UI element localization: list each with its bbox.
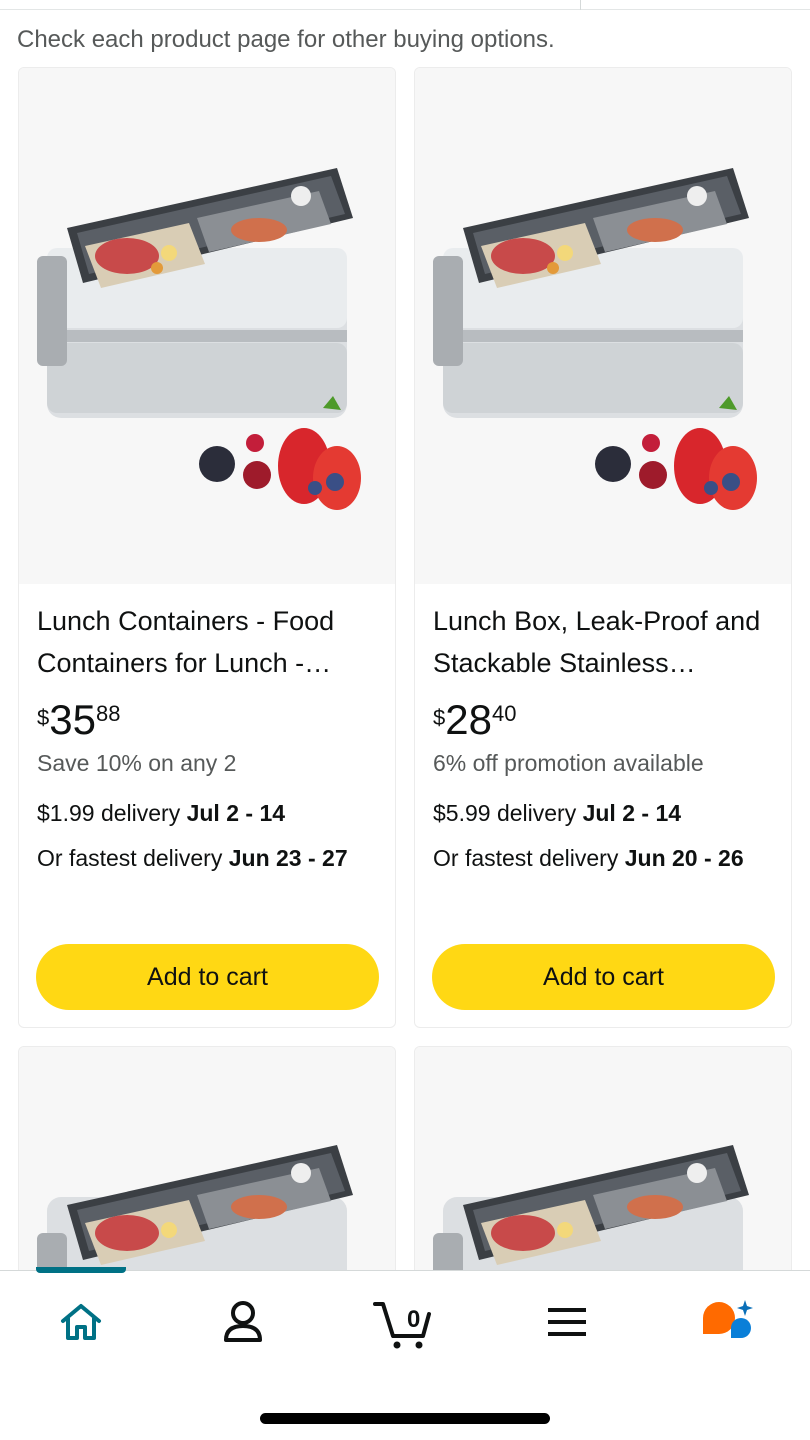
nav-cart[interactable]: 0 [358,1289,448,1355]
add-to-cart-button[interactable]: Add to cart [432,944,775,1010]
menu-icon [548,1308,586,1336]
product-image[interactable] [415,68,791,584]
nav-assistant[interactable] [682,1289,772,1355]
lunch-box-illustration [433,1145,749,1285]
rufus-assistant-icon [703,1300,753,1338]
product-image[interactable] [19,68,395,584]
delivery-price: $1.99 delivery [37,800,187,826]
cart-count: 0 [407,1306,421,1333]
divider [580,0,581,10]
product-card[interactable] [414,1046,792,1286]
fastest-label: Or fastest delivery [433,845,625,871]
delivery-info: $5.99 delivery Jul 2 - 14 [433,800,681,827]
delivery-dates: Jul 2 - 14 [582,800,682,826]
nav-home[interactable] [36,1289,126,1355]
fastest-dates: Jun 23 - 27 [228,845,348,871]
promo-text: 6% off promotion available [433,750,704,776]
product-card[interactable]: Lunch Containers - Food Containers for L… [18,67,396,1028]
fastest-delivery: Or fastest delivery Jun 23 - 27 [37,842,377,875]
fastest-label: Or fastest delivery [37,845,229,871]
delivery-dates: Jul 2 - 14 [186,800,286,826]
product-image[interactable] [415,1047,791,1285]
fastest-delivery: Or fastest delivery Jun 20 - 26 [433,842,773,875]
product-card[interactable] [18,1046,396,1286]
price-symbol: $ [433,705,446,730]
buying-options-notice: Check each product page for other buying… [17,26,555,53]
lunch-box-illustration [37,168,361,510]
product-image[interactable] [19,1047,395,1285]
nav-account[interactable] [198,1289,288,1355]
home-icon [61,1304,101,1340]
promo-text: Save 10% on any 2 [37,750,237,776]
top-strip [0,0,810,10]
lunch-box-illustration [37,1145,353,1285]
active-tab-indicator [36,1267,126,1273]
lunch-box-illustration [433,168,757,510]
price-fraction: 88 [95,701,121,726]
product-title[interactable]: Lunch Containers - Food Containers for L… [37,600,383,684]
delivery-info: $1.99 delivery Jul 2 - 14 [37,800,285,827]
home-indicator-bar [260,1413,550,1424]
nav-menu[interactable] [522,1289,612,1355]
product-title[interactable]: Lunch Box, Leak-Proof and Stackable Stai… [433,600,779,684]
product-card[interactable]: Lunch Box, Leak-Proof and Stackable Stai… [414,67,792,1028]
product-price: $ 28 40 [433,696,516,744]
cart-icon [373,1302,431,1349]
fastest-dates: Jun 20 - 26 [624,845,744,871]
product-price: $ 35 88 [37,696,120,744]
price-symbol: $ [37,705,50,730]
add-to-cart-button[interactable]: Add to cart [36,944,379,1010]
price-whole: 28 [445,696,492,743]
account-icon [224,1301,262,1342]
price-whole: 35 [49,696,96,743]
price-fraction: 40 [491,701,517,726]
bottom-nav: 0 [0,1267,810,1440]
delivery-price: $5.99 delivery [433,800,583,826]
